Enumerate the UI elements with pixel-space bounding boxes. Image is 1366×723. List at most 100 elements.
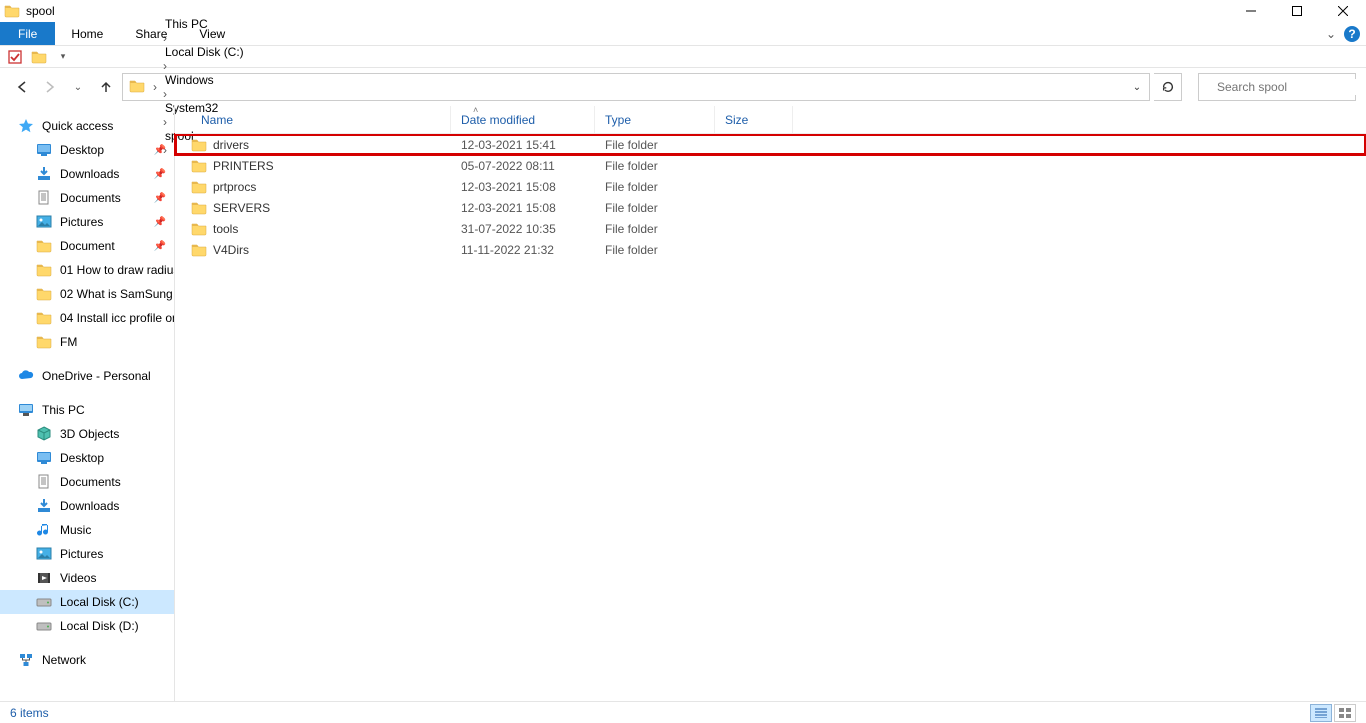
- view-large-button[interactable]: [1334, 704, 1356, 722]
- sidebar-quick-access[interactable]: Quick access: [0, 114, 174, 138]
- sidebar-item[interactable]: Videos: [0, 566, 174, 590]
- folder-icon: [191, 137, 207, 153]
- ribbon-expand-icon[interactable]: ⌄: [1326, 27, 1336, 41]
- sidebar-item-label: 04 Install icc profile on: [60, 311, 175, 325]
- sidebar-item-label: Desktop: [60, 143, 104, 157]
- file-name: tools: [213, 222, 238, 236]
- sidebar-item-label: Document: [60, 239, 115, 253]
- nav-forward-button[interactable]: [38, 75, 62, 99]
- address-dropdown-icon[interactable]: ⌄: [1125, 82, 1149, 93]
- sidebar-item[interactable]: 01 How to draw radius: [0, 258, 174, 282]
- file-row[interactable]: drivers 12-03-2021 15:41File folder: [175, 134, 1366, 155]
- tab-share[interactable]: Share: [119, 22, 183, 45]
- sidebar-item[interactable]: Desktop 📌: [0, 138, 174, 162]
- maximize-button[interactable]: [1274, 0, 1320, 22]
- file-date: 12-03-2021 15:41: [451, 138, 595, 152]
- close-button[interactable]: [1320, 0, 1366, 22]
- music-icon: [36, 522, 52, 538]
- nav-sidebar: Quick access Desktop📌Downloads📌Documents…: [0, 106, 175, 701]
- sidebar-item[interactable]: 04 Install icc profile on: [0, 306, 174, 330]
- pin-icon: 📌: [154, 145, 166, 156]
- file-date: 12-03-2021 15:08: [451, 201, 595, 215]
- sidebar-item[interactable]: Downloads📌: [0, 162, 174, 186]
- tab-file[interactable]: File: [0, 22, 55, 45]
- sidebar-this-pc[interactable]: This PC: [0, 398, 174, 422]
- sidebar-item[interactable]: 02 What is SamSung c: [0, 282, 174, 306]
- status-text: 6 items: [10, 706, 49, 720]
- help-icon[interactable]: ?: [1344, 26, 1360, 42]
- file-row[interactable]: PRINTERS05-07-2022 08:11File folder: [175, 155, 1366, 176]
- sidebar-item-label: Desktop: [60, 451, 104, 465]
- sidebar-item-label: 02 What is SamSung c: [60, 287, 175, 301]
- file-row[interactable]: V4Dirs11-11-2022 21:32File folder: [175, 239, 1366, 260]
- file-type: File folder: [595, 222, 715, 236]
- sidebar-item[interactable]: Desktop: [0, 446, 174, 470]
- sidebar-item[interactable]: Local Disk (D:): [0, 614, 174, 638]
- nav-recent-dropdown[interactable]: ⌄: [66, 75, 90, 99]
- file-row[interactable]: tools 31-07-2022 10:35File folder: [175, 218, 1366, 239]
- file-date: 11-11-2022 21:32: [451, 243, 595, 257]
- breadcrumb[interactable]: Local Disk (C:): [161, 45, 248, 59]
- search-box[interactable]: [1198, 73, 1356, 101]
- file-row[interactable]: SERVERS12-03-2021 15:08File folder: [175, 197, 1366, 218]
- sidebar-item[interactable]: Documents: [0, 470, 174, 494]
- folder-icon: [191, 200, 207, 216]
- qat-newfolder-icon[interactable]: [30, 48, 48, 66]
- sidebar-item-label: 3D Objects: [60, 427, 119, 441]
- pictures-icon: [36, 546, 52, 562]
- sidebar-item[interactable]: Music: [0, 518, 174, 542]
- documents-icon: [36, 190, 52, 206]
- file-type: File folder: [595, 180, 715, 194]
- breadcrumb[interactable]: Windows: [161, 73, 248, 87]
- sidebar-network[interactable]: Network: [0, 648, 174, 672]
- sidebar-item[interactable]: FM: [0, 330, 174, 354]
- sidebar-item[interactable]: Downloads: [0, 494, 174, 518]
- column-type[interactable]: Type: [595, 106, 715, 133]
- search-input[interactable]: [1215, 79, 1366, 95]
- sidebar-label: Quick access: [42, 119, 113, 133]
- sidebar-onedrive[interactable]: OneDrive - Personal: [0, 364, 174, 388]
- pin-icon: 📌: [154, 217, 166, 228]
- pin-icon: 📌: [154, 169, 166, 180]
- star-icon: [18, 118, 34, 134]
- file-date: 31-07-2022 10:35: [451, 222, 595, 236]
- sidebar-item-label: Local Disk (C:): [60, 595, 139, 609]
- file-date: 12-03-2021 15:08: [451, 180, 595, 194]
- column-name[interactable]: Name: [191, 106, 451, 133]
- chevron-right-icon[interactable]: ›: [161, 87, 169, 101]
- sidebar-item-label: Pictures: [60, 547, 103, 561]
- status-bar: 6 items: [0, 701, 1366, 723]
- sidebar-item[interactable]: Local Disk (C:): [0, 590, 174, 614]
- refresh-button[interactable]: [1154, 73, 1182, 101]
- file-row[interactable]: prtprocs 12-03-2021 15:08File folder: [175, 176, 1366, 197]
- folder-icon: [36, 262, 52, 278]
- disk-icon: [36, 594, 52, 610]
- sidebar-item[interactable]: 3D Objects: [0, 422, 174, 446]
- sidebar-item-label: FM: [60, 335, 77, 349]
- tab-view[interactable]: View: [183, 22, 241, 45]
- sidebar-item[interactable]: Pictures📌: [0, 210, 174, 234]
- minimize-button[interactable]: [1228, 0, 1274, 22]
- sidebar-item[interactable]: Documents📌: [0, 186, 174, 210]
- 3d-icon: [36, 426, 52, 442]
- address-bar[interactable]: › This PC›Local Disk (C:)›Windows›System…: [122, 73, 1150, 101]
- folder-icon: [191, 158, 207, 174]
- file-type: File folder: [595, 138, 715, 152]
- column-size[interactable]: Size: [715, 106, 793, 133]
- disk-icon: [36, 618, 52, 634]
- chevron-right-icon[interactable]: ›: [151, 80, 159, 94]
- tab-home[interactable]: Home: [55, 22, 119, 45]
- qat-properties-icon[interactable]: [6, 48, 24, 66]
- sidebar-item[interactable]: Document📌: [0, 234, 174, 258]
- nav-up-button[interactable]: [94, 75, 118, 99]
- sidebar-item[interactable]: Pictures: [0, 542, 174, 566]
- network-icon: [18, 652, 34, 668]
- folder-icon: [36, 286, 52, 302]
- file-name: drivers: [213, 138, 249, 152]
- sort-indicator-icon: ˄: [473, 105, 478, 115]
- nav-back-button[interactable]: [10, 75, 34, 99]
- file-name: prtprocs: [213, 180, 256, 194]
- chevron-right-icon[interactable]: ›: [161, 59, 169, 73]
- view-details-button[interactable]: [1310, 704, 1332, 722]
- qat-dropdown-icon[interactable]: ▾: [54, 48, 72, 66]
